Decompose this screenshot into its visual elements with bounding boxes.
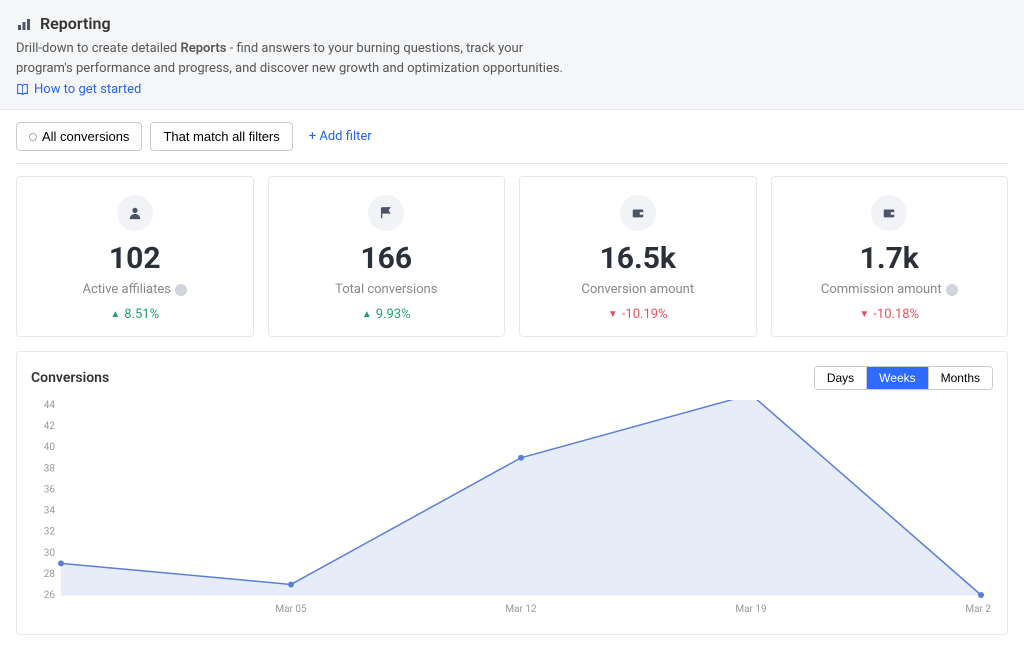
metric-change: ▼ -10.19%: [532, 307, 744, 322]
page-title-text: Reporting: [40, 14, 111, 33]
metric-label: Conversion amount: [532, 282, 744, 297]
svg-text:34: 34: [44, 506, 56, 517]
metric-cards: 102 Active affiliates ▲ 8.51% 166 Total …: [0, 176, 1024, 351]
arrow-up-icon: ▲: [110, 309, 120, 320]
wallet-icon: [871, 195, 907, 231]
help-link[interactable]: How to get started: [16, 82, 1008, 97]
metric-value: 166: [281, 241, 493, 276]
range-weeks[interactable]: Weeks: [867, 367, 928, 389]
metric-value: 102: [29, 241, 241, 276]
arrow-down-icon: ▼: [859, 309, 869, 320]
reporting-icon: [16, 16, 32, 32]
metric-label: Commission amount: [784, 282, 996, 297]
svg-text:30: 30: [44, 548, 56, 559]
filter-match-all[interactable]: That match all filters: [150, 122, 292, 151]
svg-text:Mar 05: Mar 05: [275, 604, 307, 615]
svg-text:Mar 19: Mar 19: [735, 604, 766, 615]
metric-change: ▲ 8.51%: [29, 307, 241, 322]
page-title: Reporting: [16, 14, 1008, 33]
conversions-chart: Conversions Days Weeks Months 2628303234…: [16, 351, 1008, 635]
chart-area: 26283032343638404244Mar 05Mar 12Mar 19Ma…: [31, 400, 993, 620]
filter-bar: All conversions That match all filters +…: [0, 110, 1024, 163]
card-conversion-amount: 16.5k Conversion amount ▼ -10.19%: [519, 176, 757, 337]
radio-icon: [29, 133, 37, 141]
filter-all-conversions[interactable]: All conversions: [16, 122, 142, 151]
svg-text:42: 42: [44, 421, 56, 432]
metric-label: Active affiliates: [29, 282, 241, 297]
info-icon[interactable]: [175, 284, 187, 296]
user-icon: [117, 195, 153, 231]
card-active-affiliates: 102 Active affiliates ▲ 8.51%: [16, 176, 254, 337]
page-description: Drill-down to create detailed Reports - …: [16, 39, 576, 78]
arrow-up-icon: ▲: [362, 309, 372, 320]
card-total-conversions: 166 Total conversions ▲ 9.93%: [268, 176, 506, 337]
svg-text:26: 26: [44, 590, 56, 601]
line-chart-svg: 26283032343638404244Mar 05Mar 12Mar 19Ma…: [31, 400, 991, 620]
divider: [16, 163, 1008, 164]
chart-header: Conversions Days Weeks Months: [31, 366, 993, 390]
card-commission-amount: 1.7k Commission amount ▼ -10.18%: [771, 176, 1009, 337]
book-icon: [16, 83, 29, 96]
svg-text:44: 44: [44, 400, 56, 411]
svg-text:40: 40: [44, 442, 56, 453]
chart-title: Conversions: [31, 370, 109, 386]
metric-label: Total conversions: [281, 282, 493, 297]
metric-change: ▼ -10.18%: [784, 307, 996, 322]
arrow-down-icon: ▼: [608, 309, 618, 320]
range-days[interactable]: Days: [815, 367, 867, 389]
metric-value: 1.7k: [784, 241, 996, 276]
svg-text:36: 36: [44, 484, 56, 495]
svg-text:32: 32: [44, 527, 56, 538]
info-icon[interactable]: [946, 284, 958, 296]
wallet-icon: [620, 195, 656, 231]
svg-text:Mar 26: Mar 26: [965, 604, 991, 615]
metric-value: 16.5k: [532, 241, 744, 276]
page-header: Reporting Drill-down to create detailed …: [0, 0, 1024, 110]
flag-icon: [368, 195, 404, 231]
range-switch: Days Weeks Months: [814, 366, 993, 390]
add-filter-button[interactable]: + Add filter: [301, 123, 380, 150]
svg-text:Mar 12: Mar 12: [505, 604, 537, 615]
svg-text:38: 38: [44, 463, 56, 474]
range-months[interactable]: Months: [929, 367, 992, 389]
metric-change: ▲ 9.93%: [281, 307, 493, 322]
